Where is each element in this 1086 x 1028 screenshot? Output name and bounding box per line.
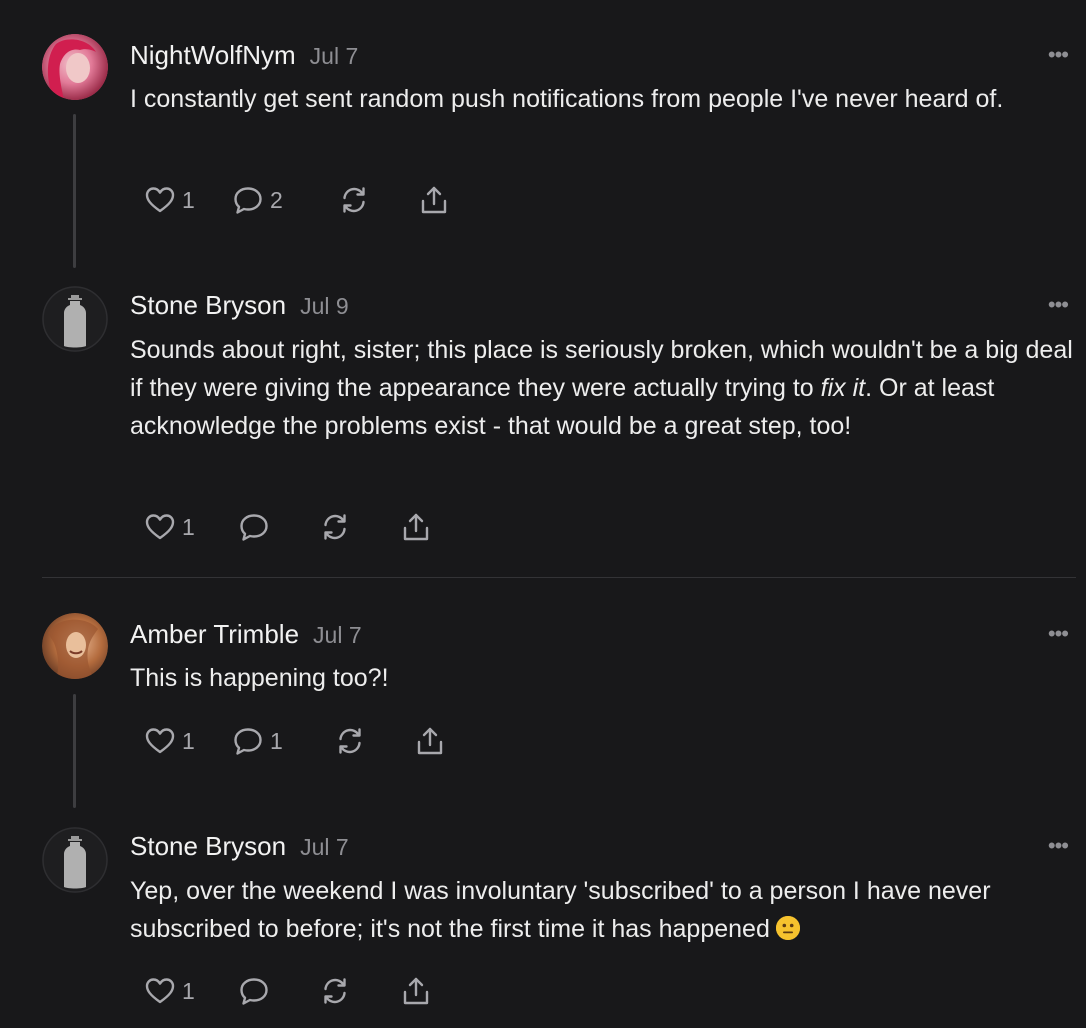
restack-icon <box>338 184 370 216</box>
more-options-icon[interactable]: ••• <box>1048 621 1069 647</box>
restack-icon <box>319 975 351 1007</box>
reply-count: 1 <box>270 727 283 754</box>
like-count: 1 <box>182 977 195 1004</box>
reply-button[interactable]: 2 <box>232 183 283 217</box>
comment-text-part: Yep, over the weekend I was involuntary … <box>130 877 991 943</box>
comment-header: Stone Bryson Jul 7 <box>130 831 349 862</box>
avatar[interactable] <box>42 613 108 679</box>
speech-bubble-icon <box>232 725 264 757</box>
like-button[interactable]: 1 <box>144 724 195 758</box>
restack-button[interactable] <box>334 724 366 758</box>
share-button[interactable] <box>400 510 432 544</box>
comment-date[interactable]: Jul 7 <box>313 622 362 648</box>
heart-icon <box>144 975 176 1007</box>
comment-text: I constantly get sent random push notifi… <box>130 85 1004 113</box>
comment-text: Sounds about right, sister; this place i… <box>130 331 1080 445</box>
more-options-icon[interactable]: ••• <box>1048 292 1069 318</box>
share-icon <box>400 511 432 543</box>
restack-button[interactable] <box>319 510 351 544</box>
comment-date[interactable]: Jul 9 <box>300 293 349 319</box>
reply-button[interactable]: 1 <box>232 724 283 758</box>
restack-icon <box>319 511 351 543</box>
restack-icon <box>334 725 366 757</box>
share-button[interactable] <box>414 724 446 758</box>
share-button[interactable] <box>418 183 450 217</box>
thread-divider <box>42 577 1076 578</box>
comment-text: Yep, over the weekend I was involuntary … <box>130 872 1030 948</box>
author-name[interactable]: Amber Trimble <box>130 619 299 649</box>
share-icon <box>414 725 446 757</box>
comment-text-emphasis: fix it <box>820 374 866 402</box>
share-button[interactable] <box>400 974 432 1008</box>
author-name[interactable]: Stone Bryson <box>130 831 286 861</box>
avatar[interactable] <box>42 286 108 352</box>
neutral-face-emoji <box>775 916 800 940</box>
speech-bubble-icon <box>238 511 270 543</box>
author-name[interactable]: NightWolfNym <box>130 40 296 70</box>
like-count: 1 <box>182 186 195 213</box>
heart-icon <box>144 511 176 543</box>
speech-bubble-icon <box>232 184 264 216</box>
comment-header: Amber Trimble Jul 7 <box>130 619 362 650</box>
comment-text: This is happening too?! <box>130 664 389 692</box>
author-name[interactable]: Stone Bryson <box>130 290 286 320</box>
reply-button[interactable] <box>238 974 270 1008</box>
heart-icon <box>144 725 176 757</box>
reply-count: 2 <box>270 186 283 213</box>
share-icon <box>418 184 450 216</box>
avatar[interactable] <box>42 827 108 893</box>
avatar[interactable] <box>42 34 108 100</box>
restack-button[interactable] <box>319 974 351 1008</box>
thread-line <box>73 114 76 268</box>
speech-bubble-icon <box>238 975 270 1007</box>
like-button[interactable]: 1 <box>144 974 195 1008</box>
comment-date[interactable]: Jul 7 <box>300 834 349 860</box>
comment-header: Stone Bryson Jul 9 <box>130 290 349 321</box>
restack-button[interactable] <box>338 183 370 217</box>
like-button[interactable]: 1 <box>144 183 195 217</box>
reply-button[interactable] <box>238 510 270 544</box>
comment-date[interactable]: Jul 7 <box>310 43 359 69</box>
like-button[interactable]: 1 <box>144 510 195 544</box>
more-options-icon[interactable]: ••• <box>1048 42 1069 68</box>
like-count: 1 <box>182 513 195 540</box>
share-icon <box>400 975 432 1007</box>
thread-line <box>73 694 76 808</box>
more-options-icon[interactable]: ••• <box>1048 833 1069 859</box>
comment-header: NightWolfNym Jul 7 <box>130 40 358 71</box>
heart-icon <box>144 184 176 216</box>
like-count: 1 <box>182 727 195 754</box>
